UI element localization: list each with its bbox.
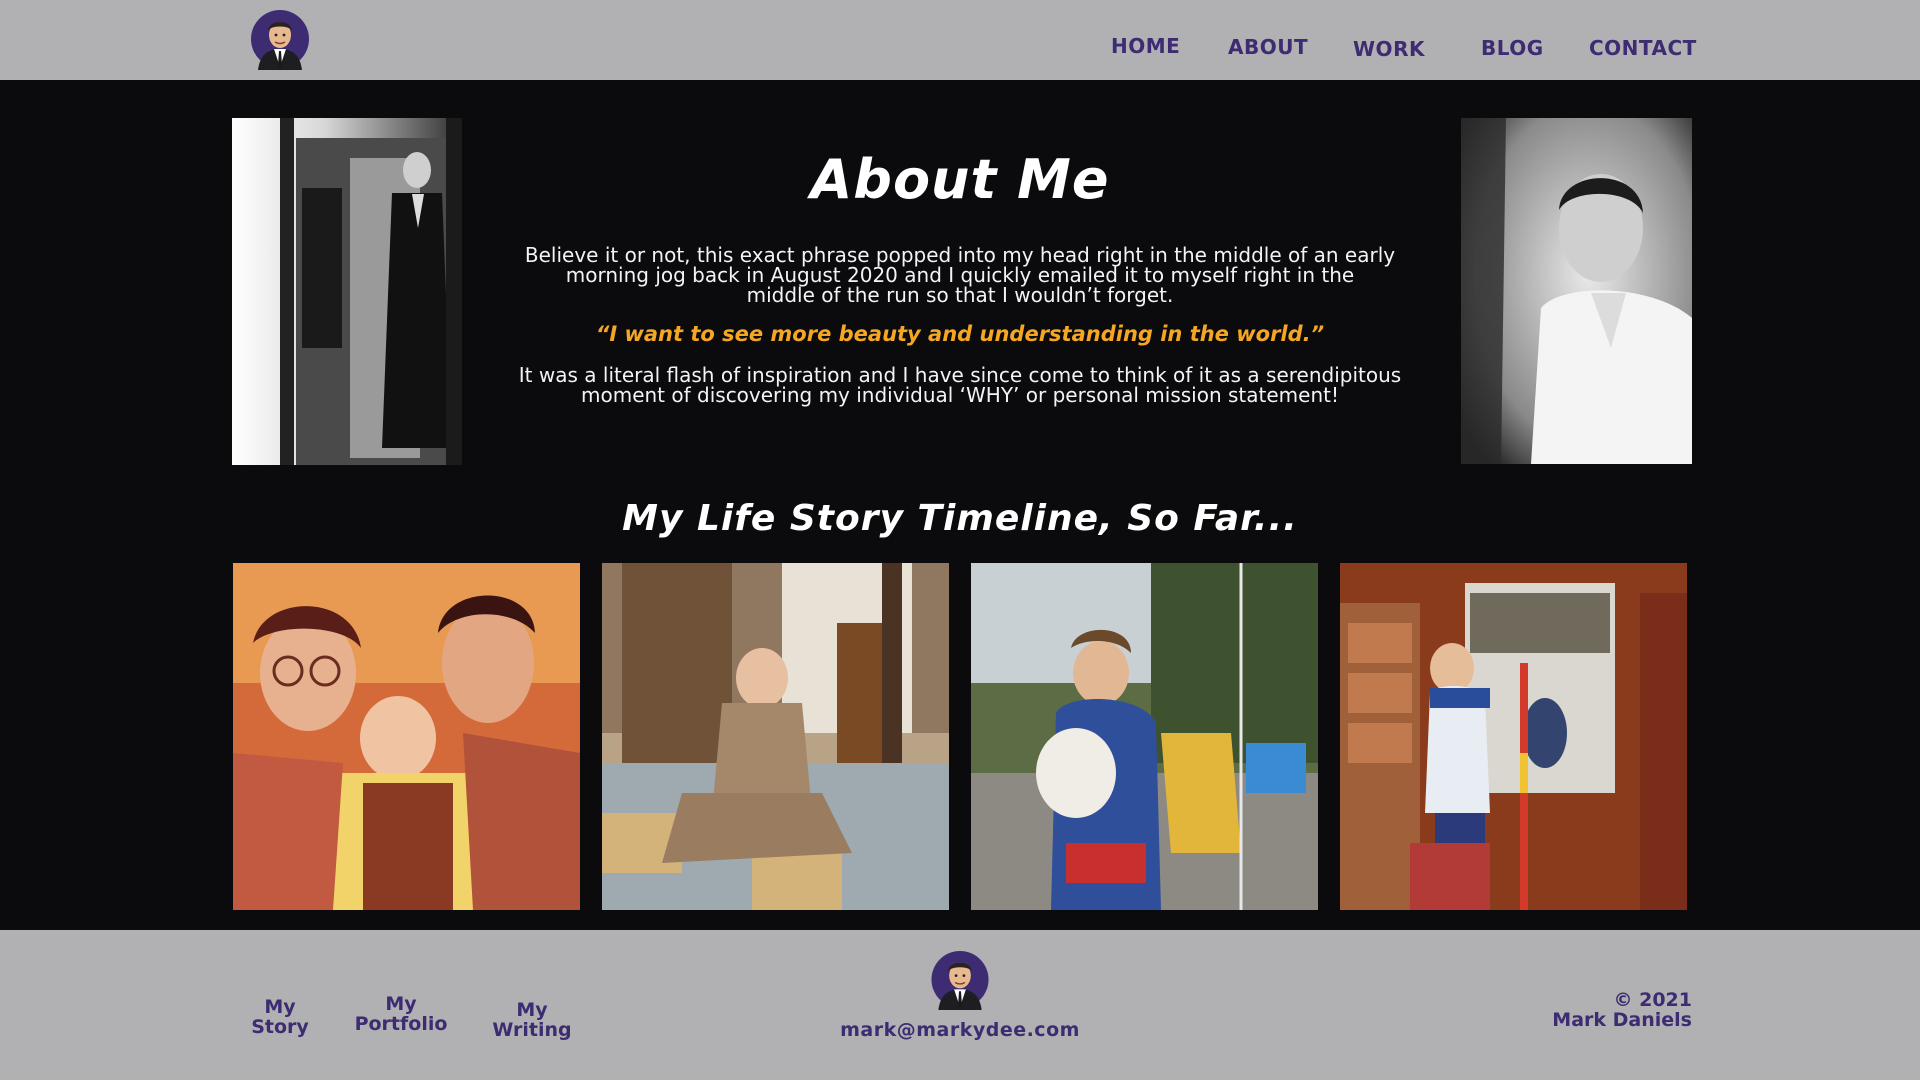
timeline-title: My Life Story Timeline, So Far... xyxy=(622,498,1298,539)
footer-avatar-logo-icon[interactable] xyxy=(930,950,990,1010)
nav-home[interactable]: HOME xyxy=(1111,34,1180,58)
timeline-photo-3 xyxy=(971,563,1318,910)
about-paragraph-1-line-1: Believe it or not, this exact phrase pop… xyxy=(524,243,1396,267)
footer-link-my-portfolio-line-1: My xyxy=(385,993,417,1015)
about-title: About Me xyxy=(810,148,1110,211)
copyright-name: Mark Daniels xyxy=(1552,1009,1692,1031)
about-paragraph-2-line-1: It was a literal flash of inspiration an… xyxy=(518,363,1402,387)
about-paragraph-1-line-2: morning jog back in August 2020 and I qu… xyxy=(565,263,1355,287)
timeline-photo-2 xyxy=(602,563,949,910)
avatar-logo-icon[interactable] xyxy=(250,9,310,70)
nav-blog[interactable]: BLOG xyxy=(1481,36,1544,60)
timeline-photo-4 xyxy=(1340,563,1687,910)
copyright-year: © 2021 xyxy=(1613,989,1693,1011)
nav-about[interactable]: ABOUT xyxy=(1228,35,1308,59)
mission-quote: “I want to see more beauty and understan… xyxy=(595,322,1325,346)
footer-link-my-story-line-1: My xyxy=(264,996,296,1018)
nav-work[interactable]: WORK xyxy=(1353,37,1425,61)
about-paragraph-1-line-3: middle of the run so that I wouldn’t for… xyxy=(746,283,1174,307)
timeline-photo-1 xyxy=(233,563,580,910)
site-header: HOME ABOUT WORK BLOG CONTACT xyxy=(0,0,1920,80)
footer-copyright: © 2021 Mark Daniels xyxy=(1552,990,1692,1030)
about-paragraph-2-line-2: moment of discovering my individual ‘WHY… xyxy=(581,383,1339,407)
about-paragraph-2: It was a literal flash of inspiration an… xyxy=(480,365,1440,405)
about-paragraph-1: Believe it or not, this exact phrase pop… xyxy=(480,245,1440,305)
footer-link-my-writing-line-1: My xyxy=(516,999,548,1021)
nav-contact[interactable]: CONTACT xyxy=(1589,36,1697,60)
